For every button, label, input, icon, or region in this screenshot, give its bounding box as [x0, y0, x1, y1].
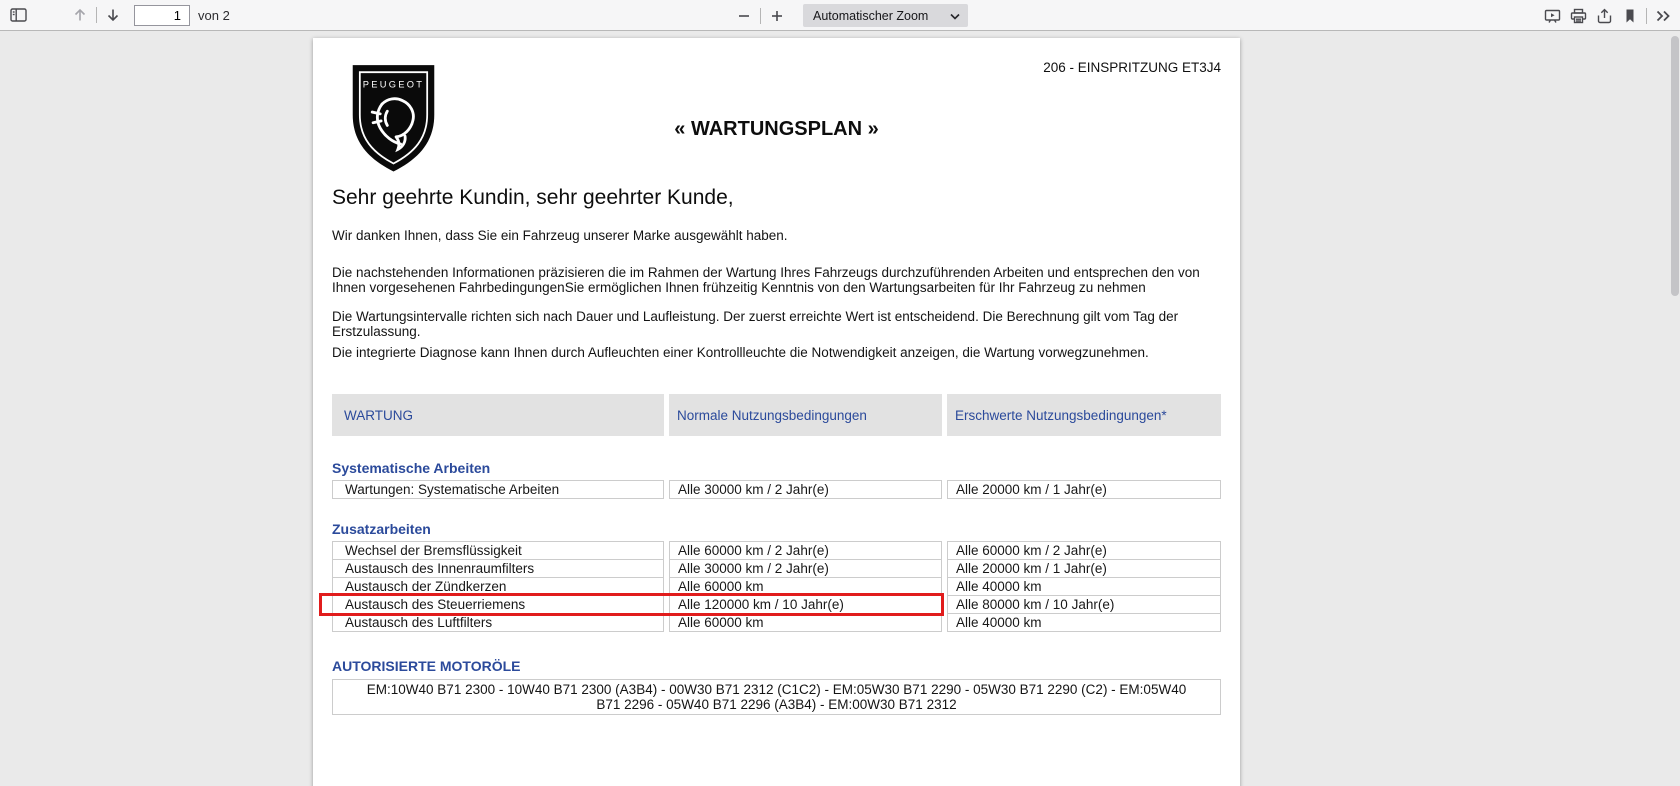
table-header-normal: Normale Nutzungsbedingungen: [669, 394, 942, 436]
oils-section-title: AUTORISIERTE MOTORÖLE: [332, 658, 1221, 674]
arrow-down-icon: [105, 7, 121, 23]
task-cell: Wartungen: Systematische Arbeiten: [332, 480, 664, 499]
task-cell: Austausch des Steuerriemens: [332, 595, 664, 614]
pdf-toolbar: von 2 Automatischer Zoom: [0, 0, 1680, 31]
document-header-reference: 206 - EINSPRITZUNG ET3J4: [332, 60, 1221, 76]
table-row: Austausch des Luftfilters Alle 60000 km …: [332, 613, 1221, 632]
table-header-row: WARTUNG Normale Nutzungsbedingungen Ersc…: [332, 394, 1221, 436]
peugeot-logo: PEUGEOT: [340, 58, 447, 180]
table-row-highlighted: Austausch des Steuerriemens Alle 120000 …: [332, 595, 1221, 614]
print-button[interactable]: [1565, 3, 1591, 29]
toolbar-divider: [760, 8, 761, 24]
arrow-up-icon: [72, 7, 88, 23]
task-cell: Austausch der Zündkerzen: [332, 577, 664, 596]
info-paragraph: Die nachstehenden Informationen präzisie…: [332, 265, 1221, 295]
chevron-down-icon: [928, 9, 960, 23]
next-page-button[interactable]: [100, 2, 126, 28]
current-view-icon: [1623, 8, 1637, 24]
table-row: Wartungen: Systematische Arbeiten Alle 3…: [332, 480, 1221, 499]
task-cell: Austausch des Innenraumfilters: [332, 559, 664, 578]
sidebar-toggle-icon: [10, 7, 27, 23]
normal-interval-cell: Alle 30000 km / 2 Jahr(e): [669, 559, 942, 578]
task-cell: Austausch des Luftfilters: [332, 613, 664, 632]
pdf-viewer-area: 206 - EINSPRITZUNG ET3J4 PEUGEOT « WARTU…: [0, 31, 1680, 786]
severe-interval-cell: Alle 20000 km / 1 Jahr(e): [947, 559, 1221, 578]
double-chevron-icon: [1655, 9, 1671, 23]
vertical-scrollbar[interactable]: [1671, 36, 1679, 296]
zoom-select[interactable]: Automatischer Zoom: [803, 4, 968, 27]
save-button[interactable]: [1591, 3, 1617, 29]
severe-interval-cell: Alle 60000 km / 2 Jahr(e): [947, 541, 1221, 560]
diagnosis-paragraph: Die integrierte Diagnose kann Ihnen durc…: [332, 345, 1221, 360]
zoom-select-label: Automatischer Zoom: [813, 9, 928, 23]
save-icon: [1596, 8, 1613, 24]
table-row: Austausch des Innenraumfilters Alle 3000…: [332, 559, 1221, 578]
normal-interval-cell: Alle 60000 km / 2 Jahr(e): [669, 541, 942, 560]
logo-wordmark: PEUGEOT: [363, 79, 425, 89]
normal-interval-cell: Alle 60000 km: [669, 613, 942, 632]
severe-interval-cell: Alle 20000 km / 1 Jahr(e): [947, 480, 1221, 499]
toolbar-divider: [1646, 8, 1647, 24]
tools-menu-button[interactable]: [1650, 3, 1676, 29]
section-title-zusatzarbeiten: Zusatzarbeiten: [332, 521, 1221, 537]
severe-interval-cell: Alle 80000 km / 10 Jahr(e): [947, 595, 1221, 614]
page-count-label: von 2: [198, 8, 230, 23]
severe-interval-cell: Alle 40000 km: [947, 577, 1221, 596]
presentation-mode-button[interactable]: [1539, 3, 1565, 29]
intro-paragraph: Wir danken Ihnen, dass Sie ein Fahrzeug …: [332, 228, 1221, 243]
table-header-wartung: WARTUNG: [332, 394, 664, 436]
page-title: « WARTUNGSPLAN »: [332, 118, 1221, 141]
zoom-in-icon: [770, 9, 784, 23]
document-page: 206 - EINSPRITZUNG ET3J4 PEUGEOT « WARTU…: [313, 38, 1240, 786]
normal-interval-cell: Alle 60000 km: [669, 577, 942, 596]
oils-list: EM:10W40 B71 2300 - 10W40 B71 2300 (A3B4…: [332, 679, 1221, 715]
current-view-button[interactable]: [1617, 3, 1643, 29]
previous-page-button[interactable]: [67, 2, 93, 28]
zoom-in-button[interactable]: [764, 3, 790, 29]
zoom-out-icon: [737, 9, 751, 23]
table-row: Austausch der Zündkerzen Alle 60000 km A…: [332, 577, 1221, 596]
greeting-heading: Sehr geehrte Kundin, sehr geehrter Kunde…: [332, 186, 1221, 210]
page-number-input[interactable]: [134, 5, 190, 26]
severe-interval-cell: Alle 40000 km: [947, 613, 1221, 632]
presentation-mode-icon: [1544, 8, 1561, 24]
task-cell: Wechsel der Bremsflüssigkeit: [332, 541, 664, 560]
table-header-erschwert: Erschwerte Nutzungsbedingungen*: [947, 394, 1221, 436]
zoom-out-button[interactable]: [731, 3, 757, 29]
intervals-paragraph: Die Wartungsintervalle richten sich nach…: [332, 309, 1221, 339]
print-icon: [1570, 8, 1587, 24]
section-title-systematische: Systematische Arbeiten: [332, 460, 1221, 476]
toolbar-divider: [96, 7, 97, 23]
sidebar-toggle-button[interactable]: [5, 2, 31, 28]
normal-interval-cell: Alle 120000 km / 10 Jahr(e): [669, 595, 942, 614]
table-row: Wechsel der Bremsflüssigkeit Alle 60000 …: [332, 541, 1221, 560]
normal-interval-cell: Alle 30000 km / 2 Jahr(e): [669, 480, 942, 499]
